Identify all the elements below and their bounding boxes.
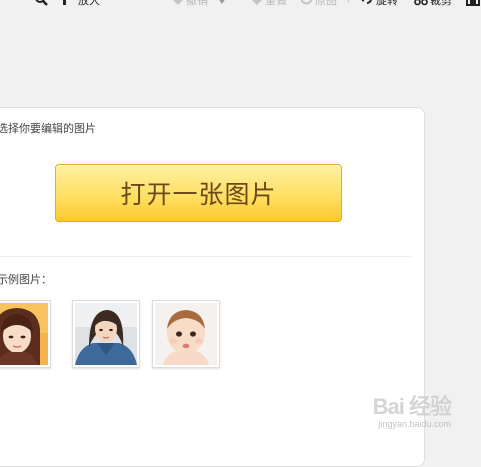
undo-label: 撤销 — [186, 0, 208, 7]
zoom-label: 放大 — [78, 0, 100, 7]
original-label: 原图 — [315, 0, 337, 7]
crop-button[interactable]: 裁剪 — [414, 0, 452, 9]
watermark-brand: Bai 经验 — [372, 394, 452, 419]
example-images-label: 示例图片： — [0, 273, 52, 286]
undo-dropdown-chevron-down-icon[interactable] — [218, 0, 226, 7]
undo-button[interactable]: 撤销 — [172, 0, 228, 9]
save-icon — [466, 0, 480, 9]
watermark-url: jingyan.baidu.com — [378, 419, 451, 429]
search-icon — [34, 0, 48, 9]
rotate-label: 旋转 — [376, 0, 398, 7]
crop-scissors-icon — [414, 0, 428, 9]
undo-icon — [172, 0, 184, 8]
save-button[interactable] — [466, 0, 481, 9]
section-divider — [0, 256, 411, 257]
example-image-baby[interactable] — [152, 300, 220, 368]
toolbar: 放大 撤销 重做 原图 旋转 裁剪 — [0, 0, 481, 9]
zoom-icon — [62, 0, 76, 9]
baidu-jingyan-watermark: Bai 经验 jingyan.baidu.com — [372, 389, 452, 429]
redo-button[interactable]: 重做 — [251, 0, 287, 9]
woman-in-denim-image — [75, 303, 137, 365]
zoom-button[interactable]: 放大 — [62, 0, 100, 9]
original-circle-icon — [300, 0, 313, 8]
rotate-icon — [360, 0, 374, 9]
toolbar-divider — [348, 0, 349, 3]
image-picker-panel: 选择你要编辑的图片 打开一张图片 示例图片： — [0, 107, 425, 467]
redo-label: 重做 — [265, 0, 287, 7]
open-image-button[interactable]: 打开一张图片 — [55, 164, 342, 222]
redo-icon — [251, 0, 263, 8]
original-button[interactable]: 原图 — [300, 0, 337, 9]
rotate-button[interactable]: 旋转 — [360, 0, 398, 9]
choose-image-prompt: 选择你要编辑的图片 — [0, 122, 96, 135]
zoom-tool-search-icon[interactable] — [34, 0, 50, 9]
example-image-woman-with-bangs[interactable] — [0, 300, 51, 368]
example-image-woman-in-denim[interactable] — [72, 300, 140, 368]
baby-image — [155, 303, 217, 365]
crop-label: 裁剪 — [430, 0, 452, 7]
woman-with-bangs-image — [0, 303, 48, 365]
